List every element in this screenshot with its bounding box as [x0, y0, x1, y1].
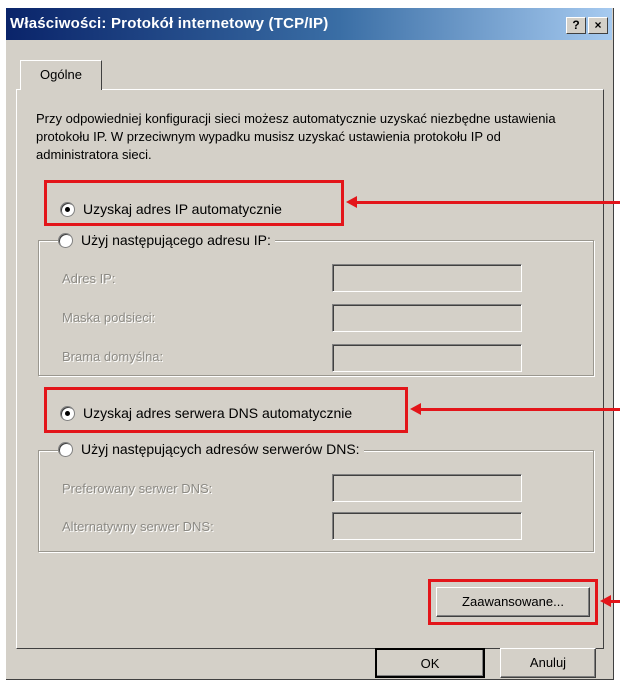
radio-use-following-dns-indicator[interactable] [58, 441, 73, 457]
radio-use-following-ip-label: Użyj następującego adresu IP: [81, 232, 271, 248]
radio-use-following-dns[interactable]: Użyj następujących adresów serwerów DNS: [58, 441, 364, 457]
ip-address-field[interactable] [332, 264, 522, 292]
cancel-button[interactable]: Anuluj [500, 648, 596, 678]
window-title: Właściwości: Protokół internetowy (TCP/I… [10, 15, 329, 32]
radio-use-following-ip[interactable]: Użyj następującego adresu IP: [58, 232, 275, 248]
radio-use-following-ip-indicator[interactable] [58, 232, 73, 248]
default-gateway-label: Brama domyślna: [62, 349, 164, 364]
arrow-obtain-dns [410, 403, 620, 415]
description-text: Przy odpowiedniej konfiguracji sieci moż… [36, 111, 556, 162]
arrow-obtain-ip [346, 196, 620, 208]
ok-button[interactable]: OK [375, 648, 485, 678]
tab-general[interactable]: Ogólne [20, 60, 102, 90]
preferred-dns-label: Preferowany serwer DNS: [62, 481, 213, 496]
highlight-box-obtain-ip [44, 180, 344, 226]
help-button[interactable]: ? [566, 17, 586, 34]
ip-address-label: Adres IP: [62, 271, 116, 286]
default-gateway-field[interactable] [332, 344, 522, 372]
preferred-dns-field[interactable] [332, 474, 522, 502]
highlight-box-obtain-dns [44, 387, 408, 433]
arrow-advanced [600, 595, 620, 607]
close-button[interactable]: × [588, 17, 608, 34]
title-bar[interactable]: Właściwości: Protokół internetowy (TCP/I… [6, 8, 612, 40]
subnet-mask-field[interactable] [332, 304, 522, 332]
alternate-dns-label: Alternatywny serwer DNS: [62, 519, 214, 534]
subnet-mask-label: Maska podsieci: [62, 310, 156, 325]
highlight-box-advanced [428, 579, 598, 625]
alternate-dns-field[interactable] [332, 512, 522, 540]
radio-use-following-dns-label: Użyj następujących adresów serwerów DNS: [81, 441, 360, 457]
